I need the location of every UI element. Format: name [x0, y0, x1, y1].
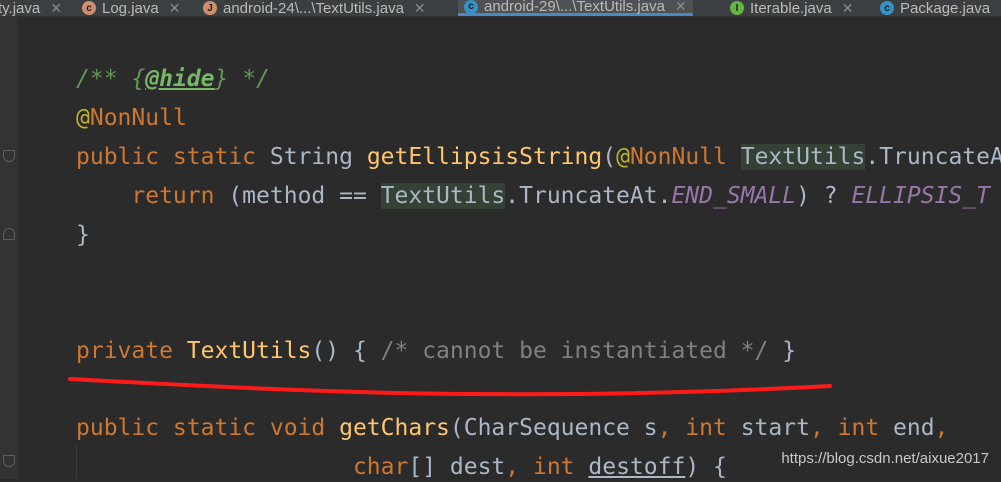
- keyword: int: [685, 415, 741, 441]
- code-text: destoff: [588, 454, 686, 480]
- method-name: getChars: [339, 415, 450, 441]
- code-text: [] dest: [408, 454, 506, 480]
- code-text: end: [893, 415, 935, 441]
- keyword: int: [532, 454, 589, 480]
- comma: ,: [657, 415, 686, 441]
- keyword: char: [352, 454, 409, 480]
- watermark: https://blog.csdn.net/aixue2017: [781, 450, 989, 467]
- comma: ,: [934, 415, 949, 441]
- code-text: ) {: [685, 454, 727, 480]
- code-text: (CharSequence s: [449, 415, 658, 441]
- comma: ,: [809, 415, 838, 441]
- keyword: int: [837, 415, 894, 441]
- code-line[interactable]: public static void getChars(CharSequence…: [76, 413, 948, 443]
- red-underline-annotation: [68, 377, 832, 397]
- code-line[interactable]: char[] dest, int destoff) {: [76, 452, 727, 482]
- keyword: public static void: [76, 415, 340, 441]
- comma: ,: [505, 454, 533, 480]
- code-text: start: [740, 415, 810, 441]
